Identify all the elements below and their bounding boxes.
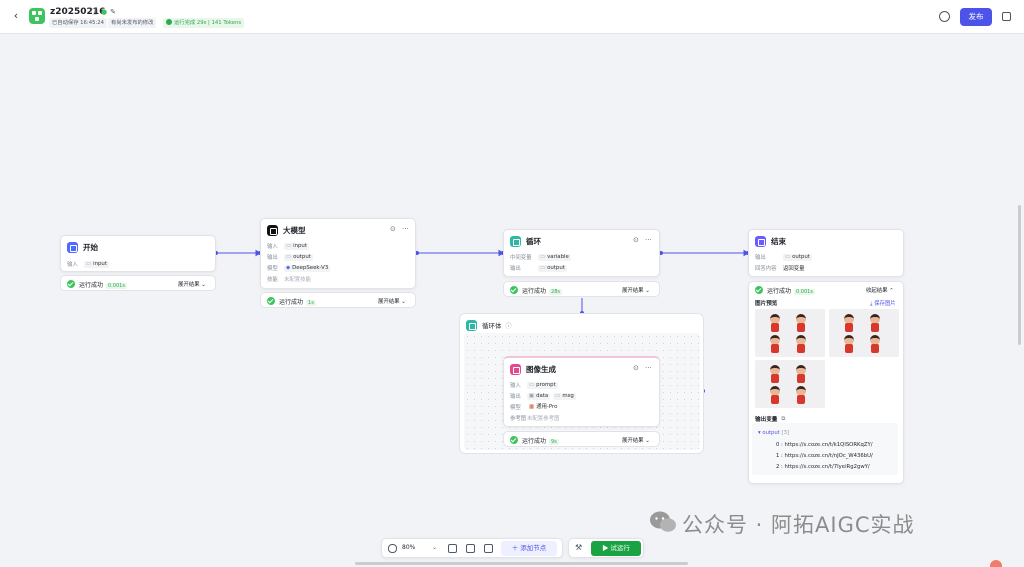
expand-result-button[interactable]: 展开结果 ⌄ [622, 436, 650, 444]
assistant-avatar[interactable] [990, 560, 1002, 567]
node-end[interactable]: 结束 输出 ▭ output 回答内容 返回变量 [748, 229, 904, 277]
start-status: 运行成功 0.001s 展开结果 ⌄ [60, 275, 216, 291]
success-icon [267, 297, 275, 305]
test-run-button[interactable]: ▶ 试运行 [591, 541, 641, 556]
mouse-mode-icon[interactable] [388, 544, 397, 553]
output-url-0[interactable]: 0 : https://s.coze.cn/t/k1QlSORKqZY/ [776, 442, 873, 448]
preview-image-0[interactable] [755, 309, 825, 357]
end-icon [755, 235, 766, 247]
watermark: 公众号 · 阿拓AIGC实战 [682, 513, 915, 537]
success-icon [67, 280, 75, 288]
more-icon[interactable]: ··· [645, 364, 652, 372]
zoom-select[interactable]: 80% [402, 544, 415, 551]
var-tag: ▭ input [84, 260, 109, 268]
image-gen-icon [510, 363, 521, 375]
node-loop[interactable]: 循环 ⊙ ··· 中间变量 ▭ variable 输出 ▭ output [503, 229, 660, 277]
info-icon[interactable]: ⓘ [506, 321, 512, 330]
wechat-logo-icon [650, 511, 676, 532]
output-url-2[interactable]: 2 : https://s.coze.cn/t/7IyeiRg2gwY/ [776, 464, 870, 470]
minimap-icon[interactable] [484, 544, 493, 553]
chevron-down-icon[interactable]: ⌄ [432, 544, 437, 551]
llm-icon [267, 224, 278, 236]
expand-result-button[interactable]: 展开结果 ⌄ [622, 286, 650, 294]
node-llm[interactable]: 大模型 ⊙ ··· 输入 ▭ input 输出 ▭ output 模型 ◆ DeepSeek… [260, 218, 416, 289]
vertical-scrollbar[interactable] [1018, 205, 1021, 345]
loop-icon [510, 235, 521, 247]
wrench-icon[interactable]: ⚒ [575, 543, 582, 552]
success-icon [755, 286, 763, 294]
node-image-gen[interactable]: 图像生成 ⊙ ··· 输入 ▭ prompt 输出 ▣ data ▭ msg 模型 ▦ 通用-P… [503, 356, 660, 427]
more-icon[interactable]: ··· [645, 236, 652, 244]
success-icon [510, 286, 518, 294]
collapse-result-button[interactable]: 收起结果 ⌃ [866, 286, 894, 294]
image-gen-status: 运行成功 9s 展开结果 ⌄ [503, 431, 660, 447]
expand-result-button[interactable]: 展开结果 ⌄ [378, 297, 406, 305]
expand-result-button[interactable]: 展开结果 ⌄ [178, 280, 206, 288]
start-icon [67, 241, 78, 253]
output-variable-list: ▾ output [3] 0 : https://s.coze.cn/t/k1Q… [752, 423, 898, 475]
more-icon[interactable]: ··· [402, 225, 409, 233]
add-node-button[interactable]: ＋ 添加节点 [501, 541, 557, 556]
debug-icon[interactable]: ⊙ [633, 364, 639, 372]
node-start[interactable]: 开始 输入 ▭ input [60, 235, 216, 272]
bottom-toolbar: 80% ⌄ ＋ 添加节点 [381, 538, 563, 558]
save-image-button[interactable]: ⤓ 保存图片 [870, 299, 896, 308]
loop-body-icon [466, 319, 477, 331]
run-toolbar: ⚒ ▶ 试运行 [568, 538, 644, 558]
comment-icon[interactable] [448, 544, 457, 553]
auto-layout-icon[interactable] [466, 544, 475, 553]
output-url-1[interactable]: 1 : https://s.coze.cn/t/nJOc_W436bU/ [776, 453, 873, 459]
llm-status: 运行成功 1s 展开结果 ⌄ [260, 292, 416, 308]
copy-icon[interactable]: ⧉ [781, 416, 785, 423]
preview-image-1[interactable] [829, 309, 899, 357]
preview-image-2[interactable] [755, 360, 825, 408]
success-icon [510, 436, 518, 444]
horizontal-scrollbar[interactable] [355, 562, 688, 565]
debug-icon[interactable]: ⊙ [633, 236, 639, 244]
loop-status: 运行成功 28s 展开结果 ⌄ [503, 281, 660, 297]
debug-icon[interactable]: ⊙ [390, 225, 396, 233]
